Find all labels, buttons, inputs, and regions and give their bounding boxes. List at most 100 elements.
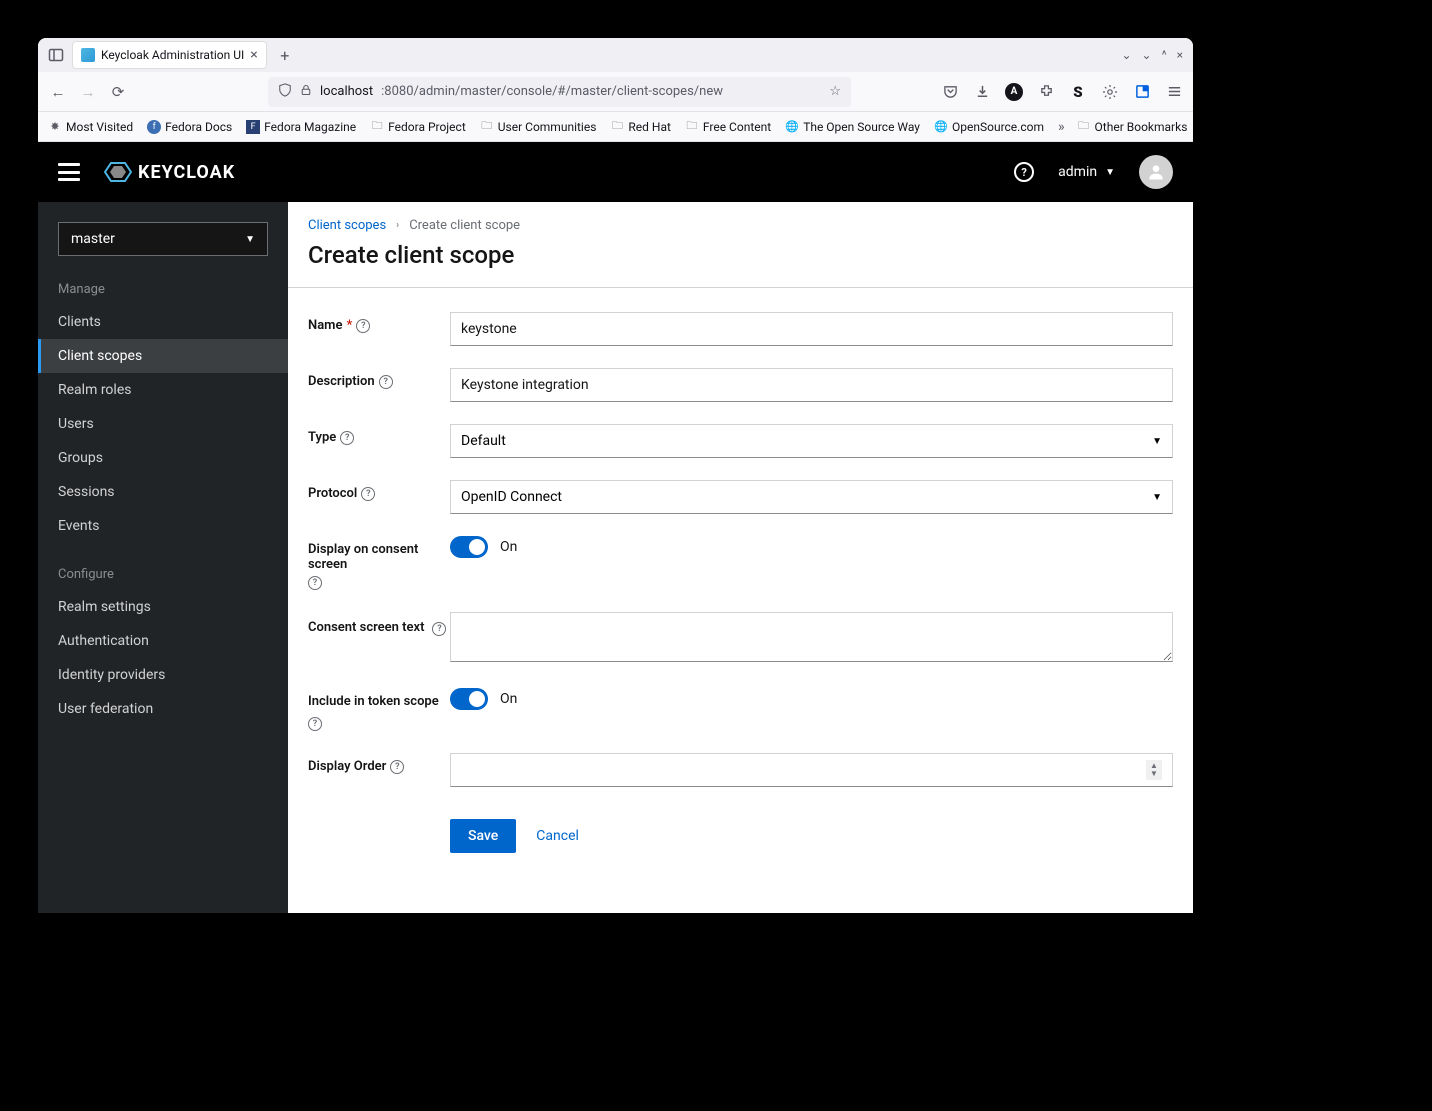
sidebar-item-groups[interactable]: Groups bbox=[38, 441, 288, 475]
description-input[interactable] bbox=[450, 368, 1173, 402]
back-button[interactable]: ← bbox=[48, 82, 68, 102]
extensions-icon[interactable] bbox=[1037, 83, 1055, 101]
user-menu[interactable]: admin ▼ bbox=[1058, 164, 1115, 180]
folder-icon: 🗀 bbox=[685, 120, 699, 134]
bookmark-fedora-project[interactable]: 🗀Fedora Project bbox=[370, 120, 466, 134]
globe-icon: 🌐 bbox=[785, 120, 799, 134]
new-tab-button[interactable]: + bbox=[273, 43, 297, 67]
bookmark-opensource-com[interactable]: 🌐OpenSource.com bbox=[934, 120, 1044, 134]
consent-text-input[interactable] bbox=[450, 612, 1173, 662]
sidebar-item-users[interactable]: Users bbox=[38, 407, 288, 441]
folder-icon: 🗀 bbox=[370, 120, 384, 134]
lock-icon bbox=[300, 84, 312, 100]
switch-state: On bbox=[500, 691, 517, 707]
sidebar-item-realm-settings[interactable]: Realm settings bbox=[38, 590, 288, 624]
shield-icon bbox=[278, 83, 292, 101]
breadcrumb-parent[interactable]: Client scopes bbox=[308, 218, 386, 233]
app-header: KEYCLOAK ? admin ▼ bbox=[38, 142, 1193, 202]
folder-icon: 🗀 bbox=[1077, 120, 1091, 134]
bookmark-open-source-way[interactable]: 🌐The Open Source Way bbox=[785, 120, 920, 134]
browser-tab[interactable]: Keycloak Administration UI × bbox=[72, 41, 267, 69]
help-icon[interactable]: ? bbox=[361, 487, 375, 501]
account-icon[interactable]: A bbox=[1005, 83, 1023, 101]
name-input[interactable] bbox=[450, 312, 1173, 346]
settings-gear-icon[interactable] bbox=[1101, 83, 1119, 101]
caret-down-icon: ▼ bbox=[245, 234, 255, 245]
bookmark-star-icon[interactable]: ☆ bbox=[829, 84, 841, 99]
sidebar-item-identity-providers[interactable]: Identity providers bbox=[38, 658, 288, 692]
avatar[interactable] bbox=[1139, 155, 1173, 189]
cancel-button[interactable]: Cancel bbox=[536, 828, 579, 844]
folder-icon: 🗀 bbox=[480, 120, 494, 134]
caret-down-icon: ▼ bbox=[1152, 436, 1162, 447]
client-scope-form: Name * ? Description ? Type ? Default ▼ bbox=[288, 288, 1193, 877]
configure-section-label: Configure bbox=[38, 557, 288, 590]
keycloak-logo[interactable]: KEYCLOAK bbox=[104, 161, 235, 183]
breadcrumb-current: Create client scope bbox=[409, 218, 520, 233]
bookmark-free-content[interactable]: 🗀Free Content bbox=[685, 120, 771, 134]
help-icon[interactable]: ? bbox=[308, 717, 322, 731]
help-icon[interactable]: ? bbox=[308, 576, 322, 590]
save-button[interactable]: Save bbox=[450, 819, 516, 853]
sidebar-toggle-icon[interactable] bbox=[46, 45, 66, 65]
bookmark-fedora-magazine[interactable]: FFedora Magazine bbox=[246, 120, 356, 134]
bookmark-red-hat[interactable]: 🗀Red Hat bbox=[610, 120, 671, 134]
sidebar-item-authentication[interactable]: Authentication bbox=[38, 624, 288, 658]
help-icon[interactable]: ? bbox=[432, 622, 446, 636]
breadcrumb: Client scopes › Create client scope bbox=[288, 202, 1193, 241]
sidebar-item-sessions[interactable]: Sessions bbox=[38, 475, 288, 509]
url-bar[interactable]: localhost:8080/admin/master/console/#/ma… bbox=[268, 77, 851, 107]
sidebar-item-client-scopes[interactable]: Client scopes bbox=[38, 339, 288, 373]
keycloak-app: KEYCLOAK ? admin ▼ master ▼ Manage bbox=[38, 142, 1193, 913]
consent-text-label: Consent screen text? bbox=[308, 612, 450, 636]
bookmarks-overflow-icon[interactable]: » bbox=[1058, 119, 1065, 135]
keycloak-logo-icon bbox=[104, 161, 132, 183]
sidebar-item-clients[interactable]: Clients bbox=[38, 305, 288, 339]
type-select[interactable]: Default ▼ bbox=[450, 424, 1173, 458]
sidebar-item-user-federation[interactable]: User federation bbox=[38, 692, 288, 726]
bookmark-most-visited[interactable]: ✸Most Visited bbox=[48, 120, 133, 134]
bookmark-user-communities[interactable]: 🗀User Communities bbox=[480, 120, 597, 134]
user-name: admin bbox=[1058, 164, 1097, 180]
switch-state: On bbox=[500, 539, 517, 555]
type-label: Type ? bbox=[308, 424, 450, 445]
minimize-icon[interactable]: ⌄ bbox=[1142, 48, 1152, 62]
other-bookmarks[interactable]: 🗀Other Bookmarks bbox=[1077, 120, 1188, 134]
help-icon[interactable]: ? bbox=[340, 431, 354, 445]
help-icon[interactable]: ? bbox=[1014, 162, 1034, 182]
downloads-icon[interactable] bbox=[973, 83, 991, 101]
sidebar-item-realm-roles[interactable]: Realm roles bbox=[38, 373, 288, 407]
maximize-icon[interactable]: ^ bbox=[1162, 48, 1167, 62]
forward-button[interactable]: → bbox=[78, 82, 98, 102]
protocol-select[interactable]: OpenID Connect ▼ bbox=[450, 480, 1173, 514]
caret-down-icon: ▼ bbox=[1152, 492, 1162, 503]
help-icon[interactable]: ? bbox=[390, 760, 404, 774]
ext-s-icon[interactable]: S bbox=[1069, 83, 1087, 101]
ext-square-icon[interactable] bbox=[1133, 83, 1151, 101]
include-token-switch[interactable] bbox=[450, 688, 488, 710]
close-window-icon[interactable]: × bbox=[1177, 48, 1183, 62]
brand-text: KEYCLOAK bbox=[138, 162, 235, 183]
realm-selector[interactable]: master ▼ bbox=[58, 222, 268, 256]
tabs-dropdown-icon[interactable]: ⌄ bbox=[1121, 48, 1131, 62]
number-stepper[interactable]: ▲▼ bbox=[1146, 760, 1162, 780]
help-icon[interactable]: ? bbox=[379, 375, 393, 389]
bookmark-fedora-docs[interactable]: fFedora Docs bbox=[147, 120, 232, 134]
pocket-icon[interactable] bbox=[941, 83, 959, 101]
description-label: Description ? bbox=[308, 368, 450, 389]
sidebar-item-events[interactable]: Events bbox=[38, 509, 288, 543]
display-consent-label: Display on consent screen ? bbox=[308, 536, 450, 590]
star-gear-icon: ✸ bbox=[48, 120, 62, 134]
app-menu-icon[interactable] bbox=[1165, 83, 1183, 101]
nav-bar: ← → ⟳ localhost:8080/admin/master/consol… bbox=[38, 72, 1193, 112]
help-icon[interactable]: ? bbox=[356, 319, 370, 333]
display-order-input[interactable]: ▲▼ bbox=[450, 753, 1173, 787]
folder-icon: 🗀 bbox=[610, 120, 624, 134]
reload-button[interactable]: ⟳ bbox=[108, 82, 128, 102]
fedora-mag-icon: F bbox=[246, 120, 260, 134]
page-title: Create client scope bbox=[288, 241, 1193, 287]
hamburger-menu-icon[interactable] bbox=[58, 163, 80, 181]
close-tab-icon[interactable]: × bbox=[250, 48, 257, 62]
display-consent-switch[interactable] bbox=[450, 536, 488, 558]
type-value: Default bbox=[461, 433, 506, 449]
